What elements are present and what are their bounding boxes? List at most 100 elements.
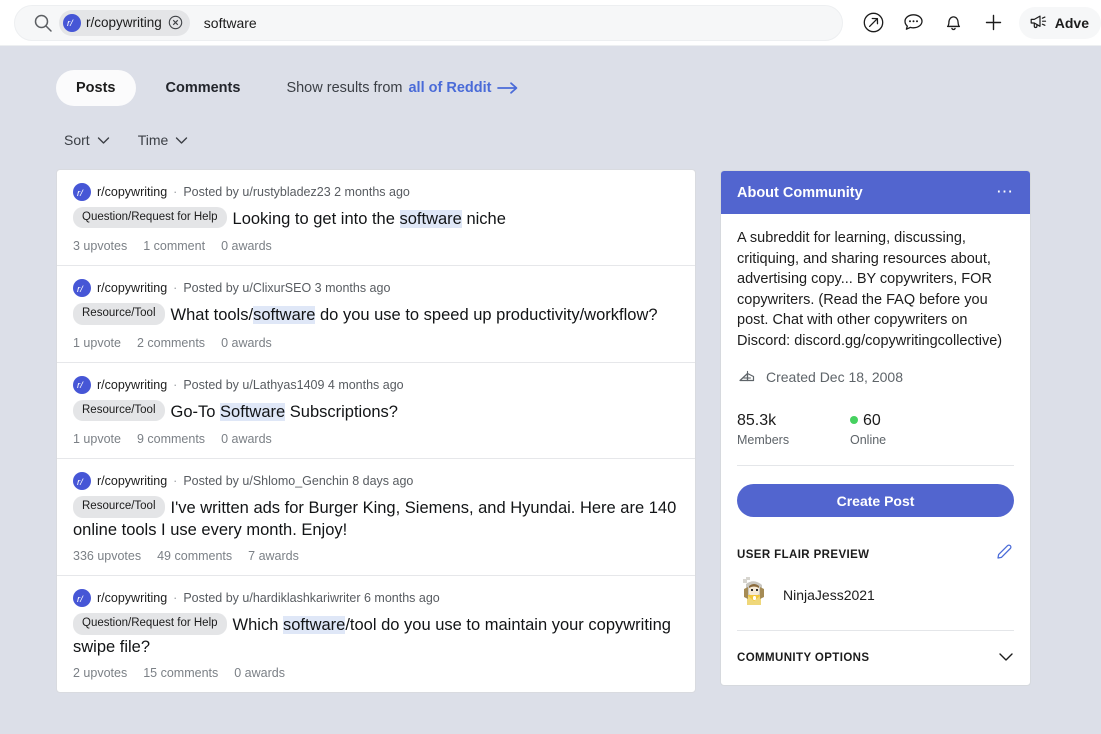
title-segment: What tools/ — [171, 306, 254, 324]
title-segment: Subscriptions? — [285, 403, 398, 421]
post-result-row[interactable]: r/r/copywriting·Posted by u/Shlomo_Gench… — [57, 459, 695, 576]
post-meta: r/r/copywriting · Posted by u/hardiklashka… — [73, 589, 679, 607]
post-awards: 0 awards — [221, 239, 272, 253]
overflow-menu-icon[interactable]: ⋯ — [996, 188, 1014, 197]
chat-icon[interactable] — [895, 4, 933, 42]
post-title[interactable]: What tools/software do you use to speed … — [171, 306, 658, 324]
svg-text:r/: r/ — [77, 380, 84, 391]
community-description: A subreddit for learning, discussing, cr… — [737, 228, 1014, 351]
post-author-time: Posted by u/rustybladez23 2 months ago — [183, 185, 410, 199]
post-stats: 336 upvotes49 comments7 awards — [73, 549, 679, 563]
tab-comments[interactable]: Comments — [146, 70, 261, 106]
post-comments[interactable]: 49 comments — [157, 549, 232, 563]
create-plus-icon[interactable] — [975, 4, 1013, 42]
post-author-time: Posted by u/Lathyas1409 4 months ago — [183, 378, 403, 392]
post-subreddit[interactable]: r/copywriting — [97, 378, 167, 392]
post-awards: 0 awards — [221, 336, 272, 350]
online-label: Online — [850, 433, 963, 447]
post-flair-badge[interactable]: Question/Request for Help — [73, 613, 227, 634]
post-result-row[interactable]: r/r/copywriting · Posted by u/hardiklashka… — [57, 576, 695, 692]
post-results-list: r/r/copywriting · Posted by u/rustybladez2… — [56, 169, 696, 693]
post-title-line: Question/Request for HelpWhich software/… — [73, 615, 679, 657]
post-result-row[interactable]: r/r/copywriting·Posted by u/ClixurSEO 3 … — [57, 266, 695, 362]
svg-text:r/: r/ — [77, 477, 84, 488]
post-upvotes: 1 upvote — [73, 432, 121, 446]
post-title-line: Resource/ToolI've written ads for Burger… — [73, 498, 679, 540]
popular-icon[interactable] — [855, 4, 893, 42]
post-subreddit[interactable]: r/copywriting — [97, 591, 167, 605]
post-title-line: Resource/Tool Go-To Software Subscription… — [73, 402, 679, 423]
post-subreddit[interactable]: r/copywriting — [97, 281, 167, 295]
post-comments[interactable]: 15 comments — [143, 666, 218, 680]
community-options-heading: COMMUNITY OPTIONS — [737, 652, 869, 664]
post-subreddit[interactable]: r/copywriting — [97, 474, 167, 488]
post-meta: r/r/copywriting·Posted by u/Shlomo_Gench… — [73, 472, 679, 490]
post-meta: r/r/copywriting·Posted by u/ClixurSEO 3 … — [73, 279, 679, 297]
title-segment: Go-To — [171, 403, 221, 421]
post-flair-badge[interactable]: Resource/Tool — [73, 303, 165, 324]
search-icon — [33, 13, 53, 33]
post-result-row[interactable]: r/r/copywriting·Posted by u/rustybladez2… — [57, 170, 695, 266]
post-title[interactable]: Go-To Software Subscriptions? — [171, 403, 398, 421]
notifications-bell-icon[interactable] — [935, 4, 973, 42]
title-segment: Which — [233, 616, 283, 634]
show-results-from: Show results from all of Reddit — [286, 80, 519, 96]
post-title[interactable]: Looking to get into the software niche — [233, 210, 506, 228]
meta-separator: · — [173, 378, 177, 392]
online-count: 60 — [863, 412, 881, 429]
top-icon-group — [855, 4, 1013, 42]
create-post-button[interactable]: Create Post — [737, 484, 1014, 517]
meta-separator: · — [173, 281, 177, 295]
post-flair-badge[interactable]: Question/Request for Help — [73, 207, 227, 228]
advertise-label: Adve — [1055, 15, 1089, 31]
post-stats: 3 upvotes1 comment0 awards — [73, 239, 679, 253]
post-title-line: Resource/Tool What tools/software do you … — [73, 305, 679, 326]
community-stats: 85.3k Members 60 Online — [737, 412, 1014, 466]
post-flair-badge[interactable]: Resource/Tool — [73, 400, 165, 421]
search-subreddit-chip[interactable]: r/ r/copywriting — [59, 10, 190, 36]
title-segment: do you use to speed up productivity/work… — [315, 306, 657, 324]
post-comments[interactable]: 2 comments — [137, 336, 205, 350]
post-stats: 1 upvote 2 comments 0 awards — [73, 336, 679, 350]
svg-text:r/: r/ — [77, 284, 84, 295]
community-options-row[interactable]: COMMUNITY OPTIONS — [737, 631, 1014, 685]
post-comments[interactable]: 1 comment — [143, 239, 205, 253]
post-subreddit[interactable]: r/copywriting — [97, 185, 167, 199]
cake-icon — [737, 365, 757, 388]
clear-icon[interactable] — [167, 14, 184, 31]
post-result-row[interactable]: r/r/copywriting · Posted by u/Lathyas1409 … — [57, 363, 695, 459]
meta-separator: · — [173, 591, 177, 605]
pencil-icon[interactable] — [994, 542, 1014, 567]
post-upvotes: 2 upvotes — [73, 666, 127, 680]
post-upvotes: 1 upvote — [73, 336, 121, 350]
tab-posts[interactable]: Posts — [56, 70, 136, 106]
subreddit-icon: r/ — [63, 14, 81, 32]
created-label: Created Dec 18, 2008 — [766, 369, 903, 385]
search-bar[interactable]: r/ r/copywriting software — [14, 5, 843, 41]
meta-separator: · — [173, 185, 177, 199]
sort-dropdown[interactable]: Sort — [64, 132, 110, 148]
post-meta: r/r/copywriting·Posted by u/rustybladez2… — [73, 183, 679, 201]
all-of-reddit-link[interactable]: all of Reddit — [408, 80, 491, 96]
community-created: Created Dec 18, 2008 — [737, 365, 1014, 388]
subreddit-icon: r/ — [73, 376, 91, 394]
post-author-time: Posted by u/hardiklashkariwriter 6 month… — [183, 591, 439, 605]
post-flair-badge[interactable]: Resource/Tool — [73, 496, 165, 517]
post-comments[interactable]: 9 comments — [137, 432, 205, 446]
chevron-down-icon[interactable] — [998, 649, 1014, 667]
show-results-prefix: Show results from — [286, 80, 402, 96]
user-avatar — [737, 575, 771, 614]
user-flair-username: NinjaJess2021 — [783, 587, 875, 603]
search-term-highlight: software — [283, 616, 345, 634]
title-segment: Looking to get into the — [233, 210, 400, 228]
search-term-highlight: software — [253, 306, 315, 324]
user-flair-preview: NinjaJess2021 — [737, 575, 1014, 614]
post-meta: r/r/copywriting · Posted by u/Lathyas1409 … — [73, 376, 679, 394]
search-chip-label: r/copywriting — [86, 15, 162, 30]
members-label: Members — [737, 433, 850, 447]
advertise-button[interactable]: Adve — [1019, 7, 1101, 39]
time-dropdown[interactable]: Time — [138, 132, 189, 148]
subreddit-icon: r/ — [73, 589, 91, 607]
members-stat: 85.3k Members — [737, 412, 850, 447]
search-input[interactable]: software — [204, 15, 832, 31]
